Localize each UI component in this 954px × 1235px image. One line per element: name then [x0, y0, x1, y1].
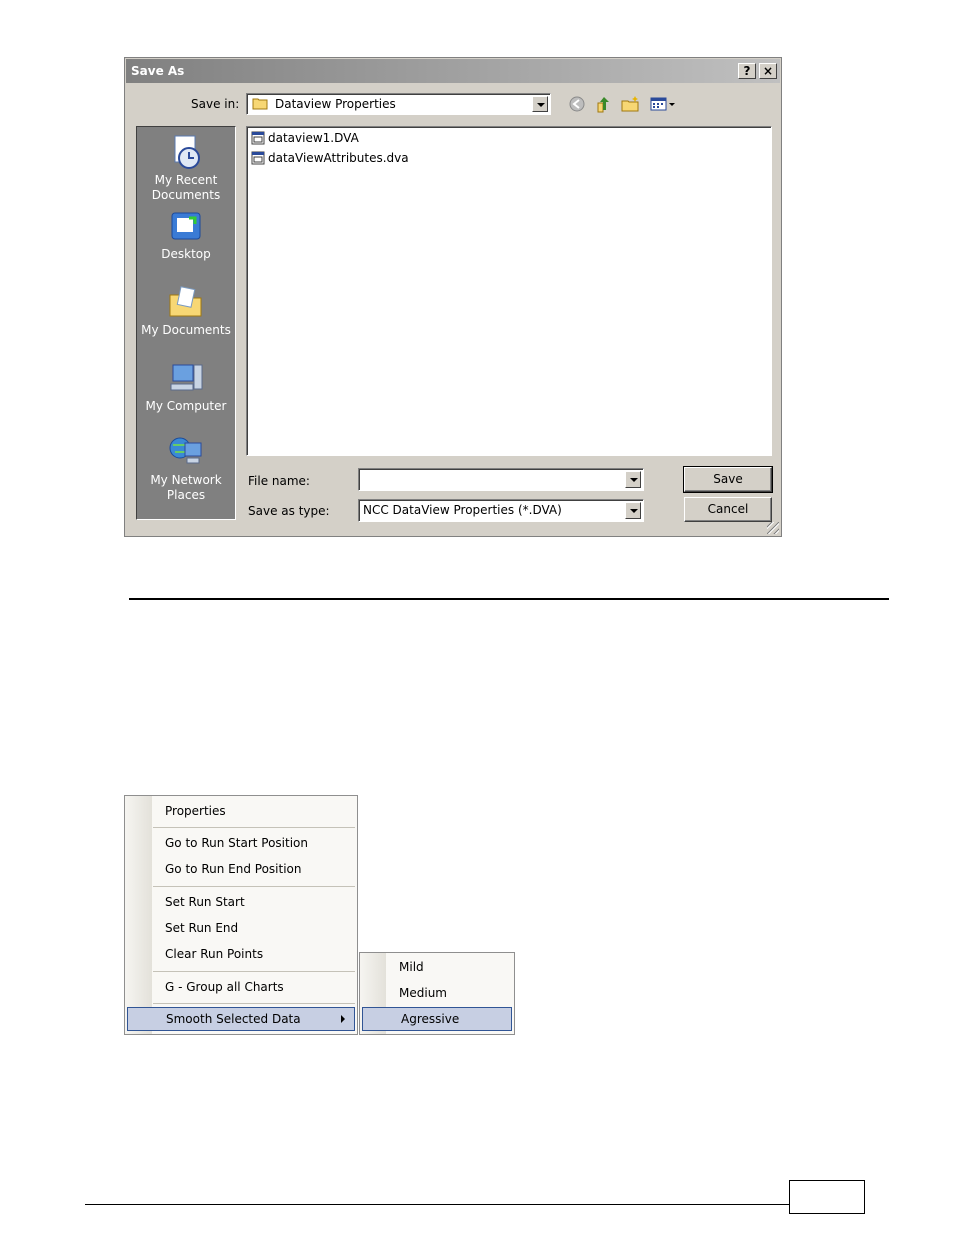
menu-item-smooth-selected-data[interactable]: Smooth Selected Data [127, 1007, 355, 1031]
footer-rule [85, 1204, 790, 1205]
menu-item-label: Smooth Selected Data [166, 1012, 301, 1026]
page-number-box [789, 1180, 865, 1214]
save-as-type-label: Save as type: [248, 504, 330, 518]
context-menu: Properties Go to Run Start Position Go t… [124, 795, 358, 1035]
menu-separator [153, 827, 355, 828]
chevron-right-icon [341, 1015, 345, 1023]
place-label: My Computer [145, 399, 227, 413]
save-in-label: Save in: [191, 97, 240, 111]
save-as-type-value: NCC DataView Properties (*.DVA) [363, 503, 562, 517]
place-label: My Recent Documents [151, 173, 221, 202]
file-list[interactable]: dataview1.DVA dataViewAttributes.dva [246, 126, 772, 456]
menu-item-set-run-start[interactable]: Set Run Start [165, 895, 245, 909]
menu-item-go-to-run-end[interactable]: Go to Run End Position [165, 862, 301, 876]
submenu-item-mild[interactable]: Mild [399, 960, 424, 974]
places-bar: My Recent Documents Desktop My Documents… [136, 126, 236, 520]
divider [129, 598, 889, 600]
place-label: Desktop [161, 247, 211, 261]
save-in-value: Dataview Properties [275, 97, 396, 111]
submenu-item-agressive[interactable]: Agressive [362, 1007, 512, 1031]
smooth-submenu: Mild Medium Agressive [359, 952, 515, 1035]
submenu-item-medium[interactable]: Medium [399, 986, 447, 1000]
new-folder-icon[interactable] [621, 95, 639, 113]
chevron-down-icon[interactable] [532, 96, 548, 112]
place-desktop[interactable]: Desktop [137, 209, 235, 262]
views-menu-icon[interactable] [650, 95, 678, 113]
place-my-computer[interactable]: My Computer [137, 359, 235, 414]
menu-item-clear-run-points[interactable]: Clear Run Points [165, 947, 263, 961]
menu-gutter [125, 796, 152, 1034]
list-item[interactable]: dataview1.DVA [251, 131, 359, 147]
file-name-field[interactable] [358, 468, 644, 491]
resize-grip[interactable] [767, 522, 779, 534]
chevron-down-icon[interactable] [625, 502, 641, 519]
menu-item-group-all-charts[interactable]: G - Group all Charts [165, 980, 284, 994]
save-in-dropdown[interactable]: Dataview Properties [246, 93, 551, 115]
my-computer-icon [137, 359, 235, 397]
dva-file-icon [251, 131, 268, 145]
recent-documents-icon [137, 133, 235, 171]
place-label: My Network Places [150, 473, 222, 502]
network-places-icon [137, 433, 235, 471]
save-as-dialog: Save As ? × Save in: Dataview Properties… [124, 57, 782, 537]
back-icon[interactable] [568, 95, 586, 113]
place-network-places[interactable]: My Network Places [137, 433, 235, 503]
dva-file-icon [251, 151, 268, 165]
help-button[interactable]: ? [738, 63, 756, 79]
desktop-icon [137, 209, 235, 245]
menu-item-label: Agressive [401, 1012, 460, 1026]
menu-separator [153, 971, 355, 972]
place-my-documents[interactable]: My Documents [137, 283, 235, 338]
cancel-button[interactable]: Cancel [684, 497, 772, 522]
up-folder-icon[interactable] [595, 95, 613, 113]
save-in-folder-icon [252, 97, 268, 113]
menu-separator [153, 1003, 355, 1004]
title-bar[interactable]: Save As ? × [126, 59, 780, 83]
menu-item-properties[interactable]: Properties [165, 804, 226, 818]
close-button[interactable]: × [759, 63, 777, 79]
my-documents-icon [137, 283, 235, 321]
file-name-text: dataViewAttributes.dva [268, 151, 409, 165]
file-name-text: dataview1.DVA [268, 131, 359, 145]
menu-item-set-run-end[interactable]: Set Run End [165, 921, 238, 935]
list-item[interactable]: dataViewAttributes.dva [251, 151, 409, 167]
place-label: My Documents [141, 323, 231, 337]
chevron-down-icon[interactable] [625, 471, 641, 488]
menu-separator [153, 886, 355, 887]
dialog-title: Save As [131, 64, 185, 78]
save-as-type-dropdown[interactable]: NCC DataView Properties (*.DVA) [358, 499, 644, 522]
place-recent-documents[interactable]: My Recent Documents [137, 133, 235, 203]
save-button[interactable]: Save [683, 466, 773, 493]
file-name-label: File name: [248, 474, 310, 488]
menu-item-go-to-run-start[interactable]: Go to Run Start Position [165, 836, 308, 850]
